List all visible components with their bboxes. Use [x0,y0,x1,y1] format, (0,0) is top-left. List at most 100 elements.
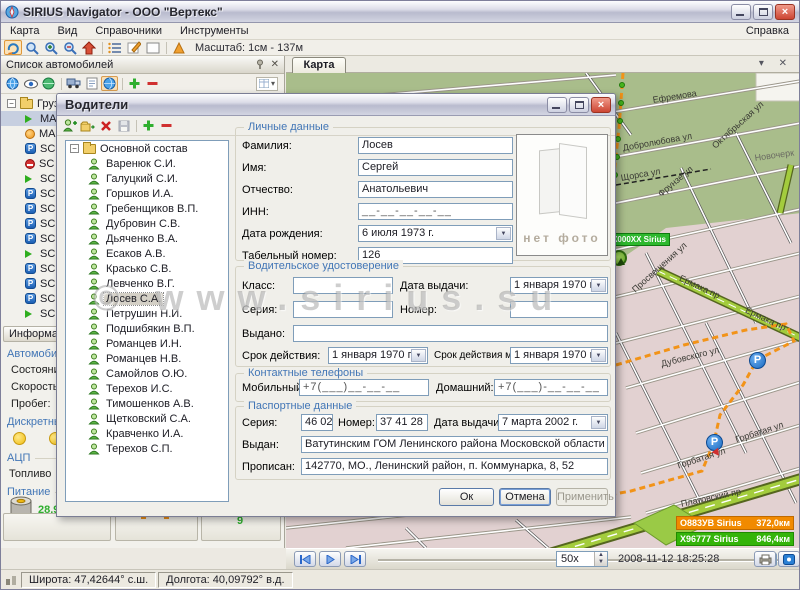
truck-icon[interactable] [65,76,82,91]
driver-item[interactable]: Кравченко И.А. [66,426,228,441]
driver-item[interactable]: Тимошенков А.В. [66,396,228,411]
drivers-tree[interactable]: − Основной состав Варенюк С.И. Галуцкий … [65,140,229,502]
vehicle-map-label[interactable]: Х000ХХ Sirius [608,233,670,246]
driver-item[interactable]: Романцев И.Н. [66,336,228,351]
panel-close-icon[interactable]: ✕ [271,59,279,70]
passport-series-field[interactable]: 46 02 [301,414,333,431]
driver-item[interactable]: Лосев С.А. [66,291,228,306]
close-button[interactable]: × [775,4,795,20]
driver-item[interactable]: Дьяченко В.А. [66,231,228,246]
skip-forward-button[interactable] [344,551,366,567]
add-group-icon[interactable] [79,118,96,133]
select-area-button[interactable] [144,40,162,55]
menu-view[interactable]: Вид [48,24,86,38]
license-series-field[interactable] [293,301,393,318]
license-number-field[interactable] [510,301,608,318]
birthdate-combo[interactable]: 6 июля 1973 г.▼ [358,225,513,242]
measure-button[interactable] [170,40,188,55]
menu-directories[interactable]: Справочники [86,24,171,38]
apply-button[interactable]: Применить [556,488,608,506]
zoom-out-button[interactable] [61,40,79,55]
driver-item[interactable]: Романцев Н.В. [66,351,228,366]
dialog-maximize-button[interactable] [569,97,589,113]
zoom-tool-button[interactable] [23,40,41,55]
med-valid-combo[interactable]: 1 января 1970 г.▼ [510,347,608,364]
driver-item[interactable]: Подшибякин В.П. [66,321,228,336]
remove-icon[interactable] [158,118,175,133]
driver-item[interactable]: Левченко В.Г. [66,276,228,291]
menu-tools[interactable]: Инструменты [171,24,258,38]
collapse-icon[interactable]: − [7,99,16,108]
globe-follow-icon[interactable] [101,76,118,91]
driver-item[interactable]: Терехов С.П. [66,441,228,456]
license-issue-combo[interactable]: 1 января 1970 г.▼ [510,277,608,294]
legend-button[interactable] [106,40,124,55]
driver-item[interactable]: Есаков А.В. [66,246,228,261]
tab-map[interactable]: Карта [292,57,346,73]
name-field[interactable]: Сергей [358,159,513,176]
surname-field[interactable]: Лосев [358,137,513,154]
driver-item[interactable]: Горшков И.А. [66,186,228,201]
card-icon[interactable] [83,76,100,91]
chevron-down-icon[interactable]: ▼ [496,227,511,240]
patronymic-field[interactable]: Анатольевич [358,181,513,198]
driver-item[interactable]: Самойлов О.Ю. [66,366,228,381]
edit-map-button[interactable] [125,40,143,55]
passport-number-field[interactable]: 37 41 28 [376,414,428,431]
eye-icon[interactable] [22,76,39,91]
maximize-button[interactable] [753,4,773,20]
columns-dropdown[interactable]: ▾ [256,77,278,91]
globe-icon[interactable] [4,76,21,91]
parking-icon[interactable] [749,352,766,369]
license-issued-by-field[interactable] [293,325,608,342]
add-driver-icon[interactable] [61,118,78,133]
license-valid-combo[interactable]: 1 января 1970 г.▼ [328,347,428,364]
dialog-close-button[interactable]: × [591,97,611,113]
parking-icon[interactable] [706,434,723,451]
class-field[interactable] [293,277,393,294]
driver-item[interactable]: Петрушин Н.И. [66,306,228,321]
chevron-down-icon[interactable]: ▼ [411,349,426,362]
passport-issue-combo[interactable]: 7 марта 2002 г.▼ [498,414,608,431]
inn-field[interactable]: __-__-__-__-__ [358,203,513,220]
report-button[interactable] [754,551,776,567]
pan-tool-button[interactable] [4,40,22,55]
pin-icon[interactable] [255,59,266,70]
spinner-arrows[interactable]: ▲▼ [594,552,607,566]
driver-item[interactable]: Дубровин С.В. [66,216,228,231]
track-label-orange[interactable]: О883УВ Sirius372,0км [676,516,794,530]
driver-item[interactable]: Красько С.В. [66,261,228,276]
driver-item[interactable]: Терехов И.С. [66,381,228,396]
chevron-down-icon[interactable]: ▼ [591,416,606,429]
passport-issued-by-field[interactable]: Ватутинским ГОМ Ленинского района Москов… [301,436,608,453]
skip-back-button[interactable] [294,551,316,567]
speed-spinner[interactable]: 50x ▲▼ [556,551,608,567]
minimize-button[interactable] [731,4,751,20]
dialog-minimize-button[interactable] [547,97,567,113]
menu-help[interactable]: Справка [736,24,799,38]
track-label-green[interactable]: Х96777 Sirius846,4км [676,532,794,546]
map-panel-controls[interactable]: ▾ ✕ [759,58,793,69]
map-mode-button[interactable] [778,551,800,567]
globe-track-icon[interactable] [40,76,57,91]
chevron-down-icon[interactable]: ▼ [591,279,606,292]
play-button[interactable] [319,551,341,567]
add-vehicle-icon[interactable] [126,76,143,91]
driver-item[interactable]: Гребенщиков В.П. [66,201,228,216]
home-phone-field[interactable]: +7(___)-__-__-__ [494,379,608,396]
cancel-button[interactable]: Отмена [499,488,551,506]
delete-driver-icon[interactable] [97,118,114,133]
driver-item[interactable]: Варенюк С.И. [66,156,228,171]
collapse-icon[interactable]: − [70,144,79,153]
ok-button[interactable]: Ок [439,488,494,506]
mobile-field[interactable]: +7(___)__-__-__ [299,379,429,396]
registered-field[interactable]: 142770, МО., Ленинский район, п. Коммуна… [301,458,608,475]
driver-item[interactable]: Галуцкий С.И. [66,171,228,186]
driver-item[interactable]: Щетковский С.А. [66,411,228,426]
zoom-in-button[interactable] [42,40,60,55]
drivers-group-row[interactable]: − Основной состав [66,141,228,156]
remove-vehicle-icon[interactable] [144,76,161,91]
home-view-button[interactable] [80,40,98,55]
add-icon[interactable] [140,118,157,133]
chevron-down-icon[interactable]: ▼ [591,349,606,362]
